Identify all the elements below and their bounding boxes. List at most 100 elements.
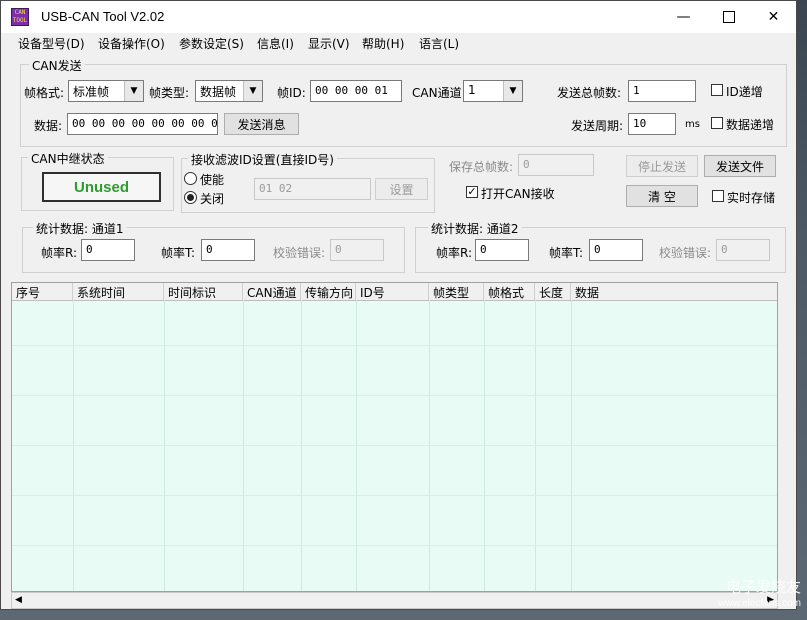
ch2-check-error-label: 校验错误: xyxy=(659,246,712,260)
frame-type-label: 帧类型: xyxy=(149,86,190,100)
col-header-length[interactable]: 长度 xyxy=(535,283,571,300)
close-button[interactable]: ✕ xyxy=(751,1,796,33)
ch2-check-error-value: 0 xyxy=(716,239,770,261)
col-header-can-channel[interactable]: CAN通道 xyxy=(243,283,301,300)
ch2-rate-t-label: 帧率T: xyxy=(549,246,584,260)
menu-bar: 设备型号(D) 设备操作(O) 参数设定(S) 信息(I) 显示(V) 帮助(H… xyxy=(1,33,796,53)
frame-id-label: 帧ID: xyxy=(277,86,306,100)
message-table[interactable]: 序号 系统时间 时间标识 CAN通道 传输方向 ID号 帧类型 帧格式 长度 数… xyxy=(11,282,778,592)
total-frames-label: 发送总帧数: xyxy=(557,86,622,100)
ch1-rate-t-value: 0 xyxy=(201,239,255,261)
can-channel-value: 1 xyxy=(468,83,476,97)
frame-format-value: 标准帧 xyxy=(73,85,110,99)
col-header-system-time[interactable]: 系统时间 xyxy=(73,283,164,300)
stop-send-button[interactable]: 停止发送 xyxy=(626,155,698,177)
watermark: 电子发烧友 www.elecfans.com xyxy=(718,580,801,612)
table-header: 序号 系统时间 时间标识 CAN通道 传输方向 ID号 帧类型 帧格式 长度 数… xyxy=(12,283,777,301)
col-header-timestamp[interactable]: 时间标识 xyxy=(164,283,243,300)
frame-id-input[interactable]: 00 00 00 01 xyxy=(310,80,402,102)
open-receive-checkbox[interactable]: ✓ xyxy=(466,186,478,198)
minimize-button[interactable]: — xyxy=(661,1,706,33)
col-header-data[interactable]: 数据 xyxy=(571,283,777,300)
can-send-title: CAN发送 xyxy=(29,57,85,74)
checkmark-icon: ✓ xyxy=(467,185,477,198)
chevron-down-icon: ▼ xyxy=(243,81,262,101)
filter-enable-label: 使能 xyxy=(200,173,225,187)
window-title: USB-CAN Tool V2.02 xyxy=(41,9,165,24)
title-bar: CAN TOOL USB-CAN Tool V2.02 — ✕ xyxy=(1,1,796,33)
ch2-rate-r-value: 0 xyxy=(475,239,529,261)
filter-disable-label: 关闭 xyxy=(200,192,225,206)
clear-button[interactable]: 清 空 xyxy=(626,185,698,207)
col-header-direction[interactable]: 传输方向 xyxy=(301,283,356,300)
menu-help[interactable]: 帮助(H) xyxy=(362,35,404,52)
relay-status-badge: Unused xyxy=(42,172,161,202)
menu-language[interactable]: 语言(L) xyxy=(419,35,459,52)
menu-display[interactable]: 显示(V) xyxy=(308,35,350,52)
frame-format-select[interactable]: 标准帧 ▼ xyxy=(68,80,144,102)
period-unit: ms xyxy=(685,119,700,130)
menu-device-operation[interactable]: 设备操作(O) xyxy=(98,35,165,52)
frame-type-value: 数据帧 xyxy=(200,85,237,99)
col-header-frame-format[interactable]: 帧格式 xyxy=(484,283,535,300)
menu-device-model[interactable]: 设备型号(D) xyxy=(18,35,85,52)
id-increment-label: ID递增 xyxy=(726,85,763,99)
row-divider xyxy=(12,345,777,346)
send-message-button[interactable]: 发送消息 xyxy=(224,113,299,135)
data-increment-checkbox[interactable] xyxy=(711,117,723,129)
send-file-button[interactable]: 发送文件 xyxy=(704,155,776,177)
save-total-label: 保存总帧数: xyxy=(449,160,514,174)
send-period-input[interactable]: 10 xyxy=(628,113,676,135)
row-divider xyxy=(12,545,777,546)
filter-ids-input[interactable]: 01 02 xyxy=(254,178,371,200)
col-header-frame-type[interactable]: 帧类型 xyxy=(429,283,484,300)
filter-disable-radio[interactable] xyxy=(184,191,197,204)
ch2-rate-r-label: 帧率R: xyxy=(436,246,473,260)
id-increment-checkbox[interactable] xyxy=(711,84,723,96)
ch1-rate-r-value: 0 xyxy=(81,239,135,261)
ch1-check-error-value: 0 xyxy=(330,239,384,261)
col-header-index[interactable]: 序号 xyxy=(12,283,73,300)
realtime-save-checkbox[interactable] xyxy=(712,190,724,202)
can-channel-label: CAN通道: xyxy=(412,86,466,100)
total-frames-input[interactable]: 1 xyxy=(628,80,696,102)
ch2-rate-t-value: 0 xyxy=(589,239,643,261)
col-header-id[interactable]: ID号 xyxy=(356,283,429,300)
frame-type-select[interactable]: 数据帧 ▼ xyxy=(195,80,263,102)
maximize-icon xyxy=(722,11,735,23)
stats-channel1-title: 统计数据: 通道1 xyxy=(33,220,127,237)
row-divider xyxy=(12,395,777,396)
scroll-left-icon[interactable]: ◀ xyxy=(15,595,22,605)
send-period-label: 发送周期: xyxy=(571,119,624,133)
open-receive-label: 打开CAN接收 xyxy=(481,187,555,201)
relay-status-title: CAN中继状态 xyxy=(28,150,108,167)
can-channel-select[interactable]: 1 ▼ xyxy=(463,80,523,102)
row-divider xyxy=(12,495,777,496)
horizontal-scrollbar[interactable]: ◀ ▶ xyxy=(11,592,778,609)
watermark-line2: www.elecfans.com xyxy=(718,598,801,609)
app-icon: CAN TOOL xyxy=(11,8,29,26)
row-divider xyxy=(12,445,777,446)
maximize-button[interactable] xyxy=(706,1,751,33)
menu-parameter-settings[interactable]: 参数设定(S) xyxy=(179,35,244,52)
data-increment-label: 数据递增 xyxy=(726,118,775,132)
ch1-rate-t-label: 帧率T: xyxy=(161,246,196,260)
ch1-check-error-label: 校验错误: xyxy=(273,246,326,260)
data-input[interactable]: 00 00 00 00 00 00 00 00 xyxy=(67,113,218,135)
minimize-icon: — xyxy=(676,9,691,25)
chevron-down-icon: ▼ xyxy=(124,81,143,101)
chevron-down-icon: ▼ xyxy=(503,81,522,101)
stats-channel2-title: 统计数据: 通道2 xyxy=(428,220,522,237)
app-window: CAN TOOL USB-CAN Tool V2.02 — ✕ 设备型号(D) … xyxy=(0,0,797,610)
close-icon: ✕ xyxy=(767,9,780,25)
realtime-save-label: 实时存储 xyxy=(727,191,776,205)
filter-title: 接收滤波ID设置(直接ID号) xyxy=(188,151,337,168)
filter-enable-radio[interactable] xyxy=(184,172,197,185)
frame-format-label: 帧格式: xyxy=(24,86,65,100)
save-total-input[interactable]: 0 xyxy=(518,154,594,176)
watermark-line1: 电子发烧友 xyxy=(725,579,801,596)
menu-info[interactable]: 信息(I) xyxy=(257,35,294,52)
filter-set-button[interactable]: 设置 xyxy=(375,178,428,200)
data-label: 数据: xyxy=(34,119,63,133)
ch1-rate-r-label: 帧率R: xyxy=(41,246,78,260)
